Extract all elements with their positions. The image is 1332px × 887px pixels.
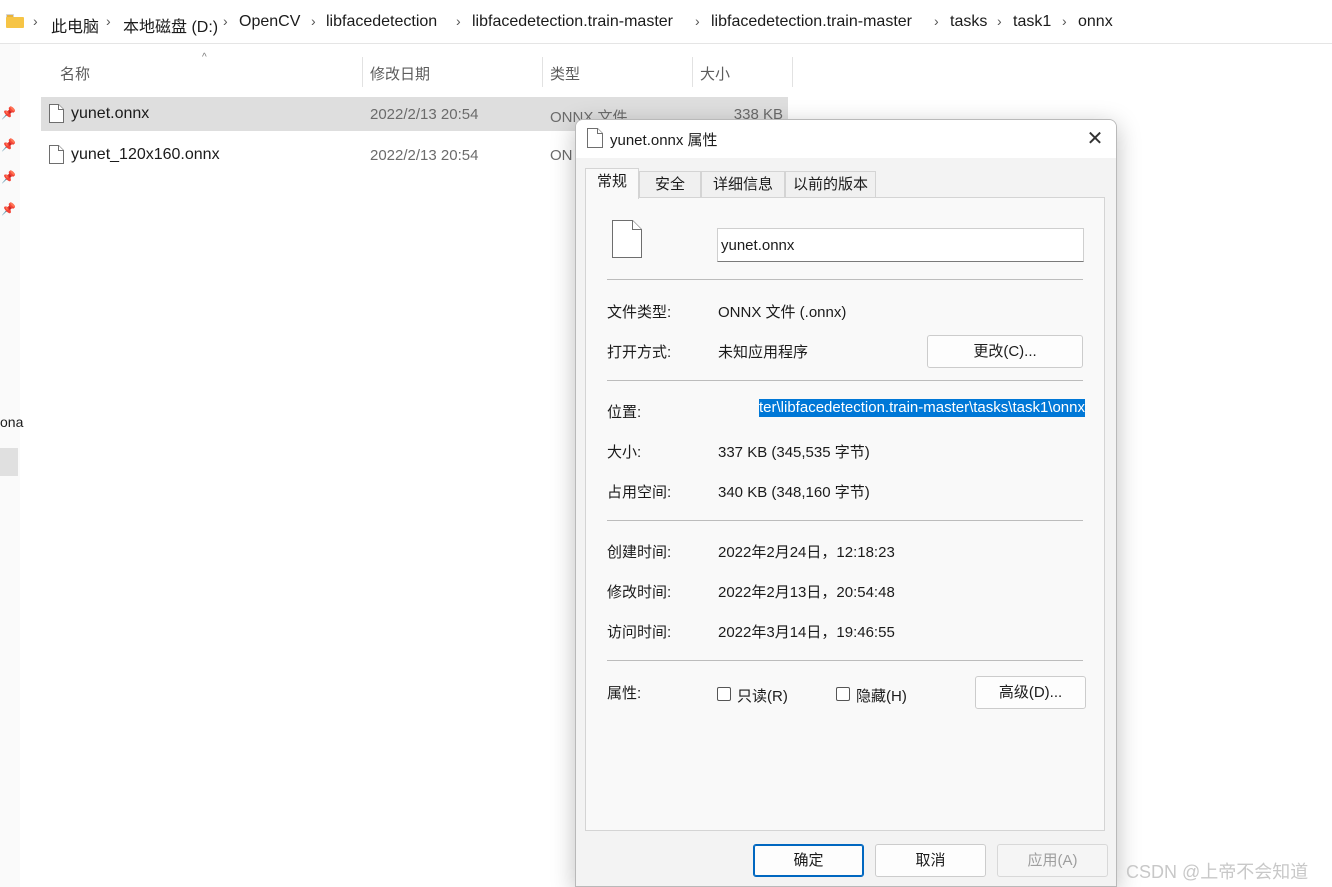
file-name[interactable]: yunet.onnx: [71, 105, 149, 123]
nav-item-selected[interactable]: [0, 448, 18, 476]
pin-icon[interactable]: 📌: [1, 170, 16, 184]
filename-input[interactable]: [717, 228, 1084, 262]
size-on-disk-label: 占用空间:: [607, 484, 672, 501]
created-value: 2022年2月24日，12:18:23: [718, 544, 895, 561]
breadcrumb-local-disk[interactable]: 本地磁盘 (D:): [123, 13, 218, 37]
location-value[interactable]: ter\libfacedetection.train-master\tasks\…: [717, 399, 1085, 421]
file-modified: 2022/2/13 20:54: [370, 147, 479, 164]
column-divider[interactable]: [542, 57, 543, 87]
cancel-button[interactable]: 取消: [875, 844, 986, 877]
created-label: 创建时间:: [607, 544, 672, 561]
breadcrumb-train-master-2[interactable]: libfacedetection.train-master: [711, 13, 912, 31]
chevron-right-icon[interactable]: ›: [106, 13, 111, 29]
column-header-size[interactable]: 大小: [700, 63, 730, 84]
dialog-title: yunet.onnx 属性: [610, 132, 718, 149]
column-divider[interactable]: [792, 57, 793, 87]
checkbox-box[interactable]: [717, 687, 731, 701]
accessed-value: 2022年3月14日，19:46:55: [718, 624, 895, 641]
apply-button[interactable]: 应用(A): [997, 844, 1108, 877]
column-header-modified[interactable]: 修改日期: [370, 63, 430, 84]
column-header-type[interactable]: 类型: [550, 63, 580, 84]
chevron-right-icon[interactable]: ›: [695, 13, 700, 29]
pin-icon[interactable]: 📌: [1, 106, 16, 120]
file-name[interactable]: yunet_120x160.onnx: [71, 146, 220, 164]
location-text[interactable]: ter\libfacedetection.train-master\tasks\…: [759, 399, 1085, 417]
chevron-right-icon[interactable]: ›: [997, 13, 1002, 29]
modified-label: 修改时间:: [607, 584, 672, 601]
navigation-pane: 📌 📌 📌 📌 ona: [0, 44, 23, 887]
nav-item-label[interactable]: ona: [0, 414, 23, 430]
column-divider[interactable]: [692, 57, 693, 87]
file-type-value: ONNX 文件 (.onnx): [718, 304, 847, 321]
column-divider[interactable]: [362, 57, 363, 87]
breadcrumb-train-master-1[interactable]: libfacedetection.train-master: [472, 13, 673, 31]
chevron-right-icon[interactable]: ›: [311, 13, 316, 29]
open-with-value: 未知应用程序: [718, 344, 809, 361]
divider: [607, 660, 1083, 661]
tab-general[interactable]: 常规: [585, 168, 639, 199]
size-on-disk-value: 340 KB (348,160 字节): [718, 484, 870, 501]
divider: [607, 520, 1083, 521]
close-icon[interactable]: ✕: [1080, 124, 1110, 154]
breadcrumb-onnx[interactable]: onnx: [1078, 13, 1113, 31]
file-type-label: 文件类型:: [607, 304, 672, 321]
chevron-right-icon[interactable]: ›: [456, 13, 461, 29]
hidden-label[interactable]: 隐藏(H): [856, 685, 907, 706]
location-label: 位置:: [607, 404, 642, 421]
chevron-right-icon[interactable]: ›: [934, 13, 939, 29]
size-label: 大小:: [607, 444, 642, 461]
divider: [607, 380, 1083, 381]
file-icon: [587, 128, 603, 148]
size-value: 337 KB (345,535 字节): [718, 444, 870, 461]
breadcrumb-opencv[interactable]: OpenCV: [239, 13, 300, 31]
properties-dialog: yunet.onnx 属性 ✕ 常规 安全 详细信息 以前的版本 文件类型: O…: [575, 119, 1117, 887]
folder-icon: [6, 14, 24, 28]
general-tab-panel: 文件类型: ONNX 文件 (.onnx) 打开方式: 未知应用程序 更改(C)…: [585, 197, 1105, 831]
breadcrumb-libfacedetection[interactable]: libfacedetection: [326, 13, 437, 31]
file-icon: [612, 220, 642, 258]
breadcrumb-tasks[interactable]: tasks: [950, 13, 987, 31]
divider: [607, 279, 1083, 280]
readonly-label[interactable]: 只读(R): [737, 685, 788, 706]
tab-security[interactable]: 安全: [639, 171, 701, 198]
modified-value: 2022年2月13日，20:54:48: [718, 584, 895, 601]
checkbox-box[interactable]: [836, 687, 850, 701]
file-icon: [49, 104, 64, 123]
watermark: CSDN @上帝不会知道: [1126, 862, 1309, 882]
sort-ascending-icon: ^: [202, 52, 207, 63]
attributes-label: 属性:: [607, 685, 642, 702]
address-breadcrumb: › 此电脑 › 本地磁盘 (D:) › OpenCV › libfacedete…: [0, 0, 1332, 44]
accessed-label: 访问时间:: [607, 624, 672, 641]
tab-previous-versions[interactable]: 以前的版本: [785, 171, 876, 198]
chevron-right-icon[interactable]: ›: [33, 13, 38, 29]
dialog-titlebar[interactable]: yunet.onnx 属性 ✕: [576, 120, 1116, 158]
tab-strip: 常规 安全 详细信息 以前的版本: [585, 168, 1105, 199]
change-button[interactable]: 更改(C)...: [927, 335, 1083, 368]
breadcrumb-this-pc[interactable]: 此电脑: [51, 13, 99, 37]
open-with-label: 打开方式:: [607, 344, 672, 361]
pin-icon[interactable]: 📌: [1, 138, 16, 152]
chevron-right-icon[interactable]: ›: [223, 13, 228, 29]
breadcrumb-task1[interactable]: task1: [1013, 13, 1051, 31]
file-type: ON: [550, 147, 573, 164]
column-header-name[interactable]: 名称: [60, 63, 90, 84]
file-modified: 2022/2/13 20:54: [370, 106, 479, 123]
tab-details[interactable]: 详细信息: [701, 171, 785, 198]
chevron-right-icon[interactable]: ›: [1062, 13, 1067, 29]
ok-button[interactable]: 确定: [753, 844, 864, 877]
file-icon: [49, 145, 64, 164]
pin-icon[interactable]: 📌: [1, 202, 16, 216]
advanced-button[interactable]: 高级(D)...: [975, 676, 1086, 709]
